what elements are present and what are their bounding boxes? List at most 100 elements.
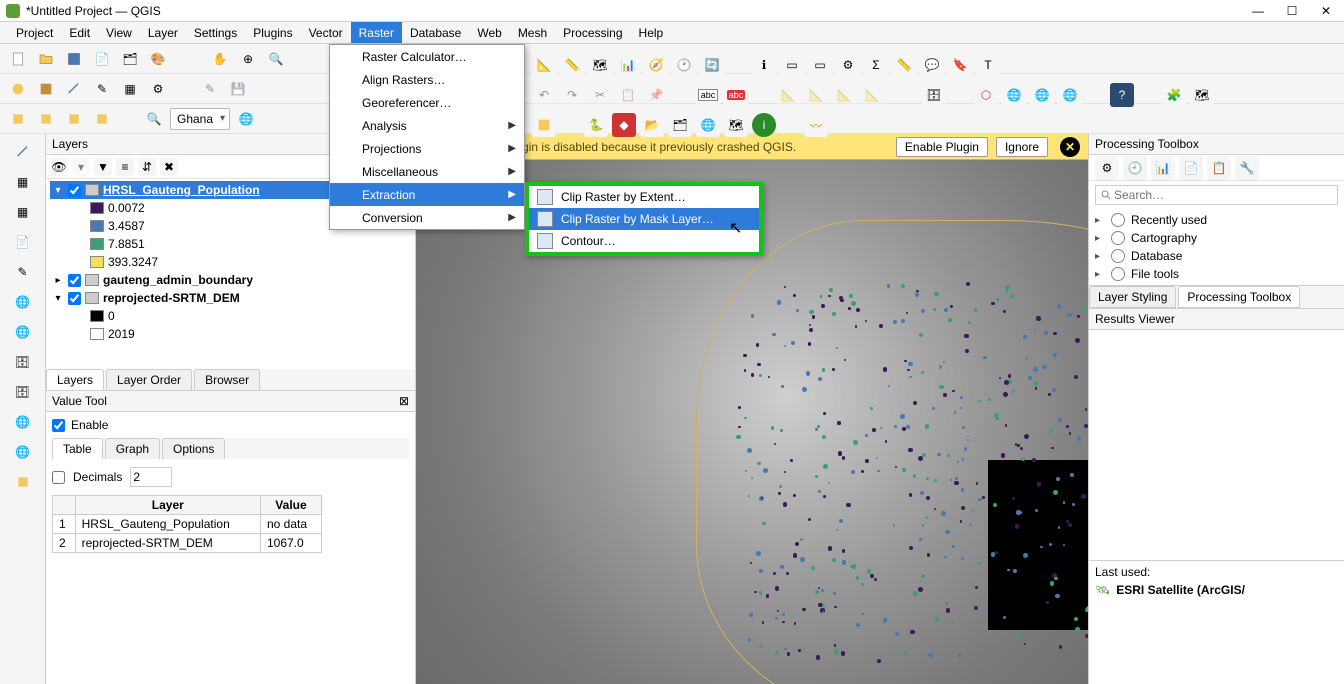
edit-icon[interactable]: ✎ [198,77,222,101]
extraction-item[interactable]: Contour… [529,230,759,252]
tool-t-icon[interactable]: ◆ [612,113,636,137]
model-icon[interactable]: 📊 [1151,156,1175,180]
raster-menu-item[interactable]: Georeferencer… [330,91,524,114]
tool-h-icon[interactable]: 📊 [616,53,640,77]
decimals-checkbox[interactable] [52,471,65,484]
processing-item[interactable]: ▸Cartography [1095,229,1338,247]
tab-browser[interactable]: Browser [194,369,260,390]
menu-help[interactable]: Help [631,22,672,43]
menu-plugins[interactable]: Plugins [245,22,300,43]
close-button[interactable]: ✕ [1314,3,1338,19]
text-icon[interactable]: T [976,53,1000,77]
value-tool-close-icon[interactable]: ⊠ [399,394,409,408]
digitize-icon[interactable]: ✎ [90,77,114,101]
raster-create-icon[interactable]: ▦ [9,168,37,196]
processing-item[interactable]: ▸File tools [1095,265,1338,283]
minimize-button[interactable]: — [1246,3,1270,19]
tool-a-icon[interactable] [6,107,30,131]
vt-tab-table[interactable]: Table [52,438,103,459]
filter3-icon[interactable]: ▼ [94,158,112,176]
layer-row[interactable]: ▸gauteng_admin_boundary [50,271,411,289]
layer-row[interactable]: ▾reprojected-SRTM_DEM [50,289,411,307]
layer-checkbox[interactable] [68,274,81,287]
globe5-icon[interactable]: 🌐 [1030,83,1054,107]
globe-icon[interactable]: 🌐 [234,107,258,131]
plugin-b-icon[interactable]: 🗺 [1190,83,1214,107]
menu-processing[interactable]: Processing [555,22,630,43]
tool-k-icon[interactable]: ↷ [560,83,584,107]
tool-p-icon[interactable]: 📐 [804,83,828,107]
tool-f-icon[interactable]: 📏 [560,53,584,77]
hexagon-icon[interactable]: ⬡ [974,83,998,107]
tool-e-icon[interactable]: 📐 [532,53,556,77]
locate-icon[interactable]: 🔍 [142,107,166,131]
menu-mesh[interactable]: Mesh [510,22,555,43]
save-edits-icon[interactable]: 💾 [226,77,250,101]
history-icon[interactable]: 🕘 [1123,156,1147,180]
extraction-item[interactable]: Clip Raster by Extent… [529,186,759,208]
menu-settings[interactable]: Settings [186,22,245,43]
tool-c-icon[interactable] [62,107,86,131]
tool-m-icon[interactable]: 📋 [616,83,640,107]
tool-s-icon[interactable] [532,113,556,137]
last-used-item[interactable]: ESRI Satellite (ArcGIS/ [1116,583,1245,597]
select-icon[interactable]: ▭ [780,53,804,77]
menu-layer[interactable]: Layer [140,22,186,43]
processing-search-input[interactable] [1095,185,1338,205]
globe4-icon[interactable]: 🌐 [1002,83,1026,107]
menu-web[interactable]: Web [469,22,509,43]
menu-edit[interactable]: Edit [61,22,98,43]
location-combo[interactable]: Ghana [170,108,230,130]
remove-icon[interactable]: ✖ [160,158,178,176]
sigma-icon[interactable]: Σ [864,53,888,77]
tool-r-icon[interactable]: 📐 [860,83,884,107]
raster-menu-item[interactable]: Extraction▶ [330,183,524,206]
vector-create-icon[interactable] [9,138,37,166]
deselect-icon[interactable]: ▭ [808,53,832,77]
raster-menu-item[interactable]: Analysis▶ [330,114,524,137]
tool-l-icon[interactable]: ✂ [588,83,612,107]
csv-icon[interactable]: 📄 [9,228,37,256]
measure-icon[interactable]: 📏 [892,53,916,77]
wms-icon[interactable]: 🌐 [9,288,37,316]
info-icon[interactable]: i [752,113,776,137]
db-icon[interactable]: 🗄 [9,348,37,376]
processing-item[interactable]: ▸Recently used [1095,211,1338,229]
globe6-icon[interactable]: 🌐 [1058,83,1082,107]
layout-manager-icon[interactable]: 🗂 [118,47,142,71]
help-icon[interactable]: ? [1110,83,1134,107]
wrench-icon[interactable]: 🔧 [1235,156,1259,180]
tool-d-icon[interactable] [90,107,114,131]
value-tool-enable[interactable]: Enable [52,418,409,432]
python-icon[interactable]: 🐍 [584,113,608,137]
menu-raster[interactable]: Raster [351,22,402,43]
add-raster-icon[interactable] [34,77,58,101]
globe7-icon[interactable]: 🌐 [696,113,720,137]
snake-icon[interactable]: 〰 [804,113,828,137]
globe2-icon[interactable]: 🌐 [9,408,37,436]
raster-menu-item[interactable]: Conversion▶ [330,206,524,229]
db2-icon[interactable]: 🗄 [9,378,37,406]
vt-tab-options[interactable]: Options [162,438,225,459]
save-project-icon[interactable] [62,47,86,71]
style-manager-icon[interactable]: 🎨 [146,47,170,71]
filter2-icon[interactable]: ▾ [72,158,90,176]
folder-icon[interactable]: 📂 [640,113,664,137]
results-icon[interactable]: 📋 [1207,156,1231,180]
collapse-icon[interactable]: ⇵ [138,158,156,176]
cube-icon[interactable] [9,468,37,496]
map-tips-icon[interactable]: 💬 [920,53,944,77]
layer-checkbox[interactable] [68,292,81,305]
tool-b-icon[interactable] [34,107,58,131]
menu-database[interactable]: Database [402,22,469,43]
layer-icon[interactable]: 🗂 [668,113,692,137]
globe3-icon[interactable]: 🌐 [9,438,37,466]
identify-icon[interactable]: ℹ [752,53,776,77]
raster-menu-item[interactable]: Align Rasters… [330,68,524,91]
tab-layer-order[interactable]: Layer Order [106,369,192,390]
pen-icon[interactable]: ✎ [9,258,37,286]
notice-close-icon[interactable]: ✕ [1060,137,1080,157]
extraction-item[interactable]: Clip Raster by Mask Layer… [529,208,759,230]
wfs-icon[interactable]: 🌐 [9,318,37,346]
new-project-icon[interactable] [6,47,30,71]
